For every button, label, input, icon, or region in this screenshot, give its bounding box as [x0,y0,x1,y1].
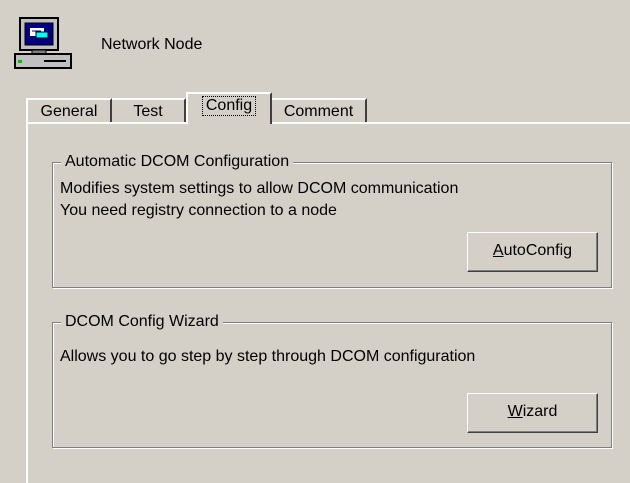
automatic-dcom-group: Automatic DCOM Configuration Modifies sy… [52,152,612,288]
tab-test-label: Test [133,103,163,120]
tab-general[interactable]: General [26,98,112,124]
dcom-description-line1: Modifies system settings to allow DCOM c… [60,180,459,197]
autoconfig-button-label: utoConfig [503,242,573,259]
node-title: Network Node [101,36,203,53]
config-tab-page: Automatic DCOM Configuration Modifies sy… [26,122,630,483]
wizard-description: Allows you to go step by step through DC… [60,348,476,365]
tab-general-label: General [40,103,98,120]
dcom-wizard-group: DCOM Config Wizard Allows you to go step… [52,312,612,448]
wizard-button-label: izard [522,403,558,420]
tab-config[interactable]: Config [186,92,272,124]
dcom-wizard-group-title: DCOM Config Wizard [61,312,223,332]
tab-config-label: Config [201,96,257,116]
tab-comment[interactable]: Comment [272,98,367,124]
tab-comment-label: Comment [283,103,354,120]
autoconfig-button[interactable]: AutoConfig [467,232,598,272]
wizard-button-mnemonic: W [507,403,523,420]
dcom-description-line2: You need registry connection to a node [60,202,337,219]
automatic-dcom-group-title: Automatic DCOM Configuration [61,152,294,172]
autoconfig-button-mnemonic: A [492,242,504,259]
network-computer-icon [14,17,76,73]
wizard-button[interactable]: Wizard [467,393,598,433]
tab-test[interactable]: Test [112,98,186,124]
